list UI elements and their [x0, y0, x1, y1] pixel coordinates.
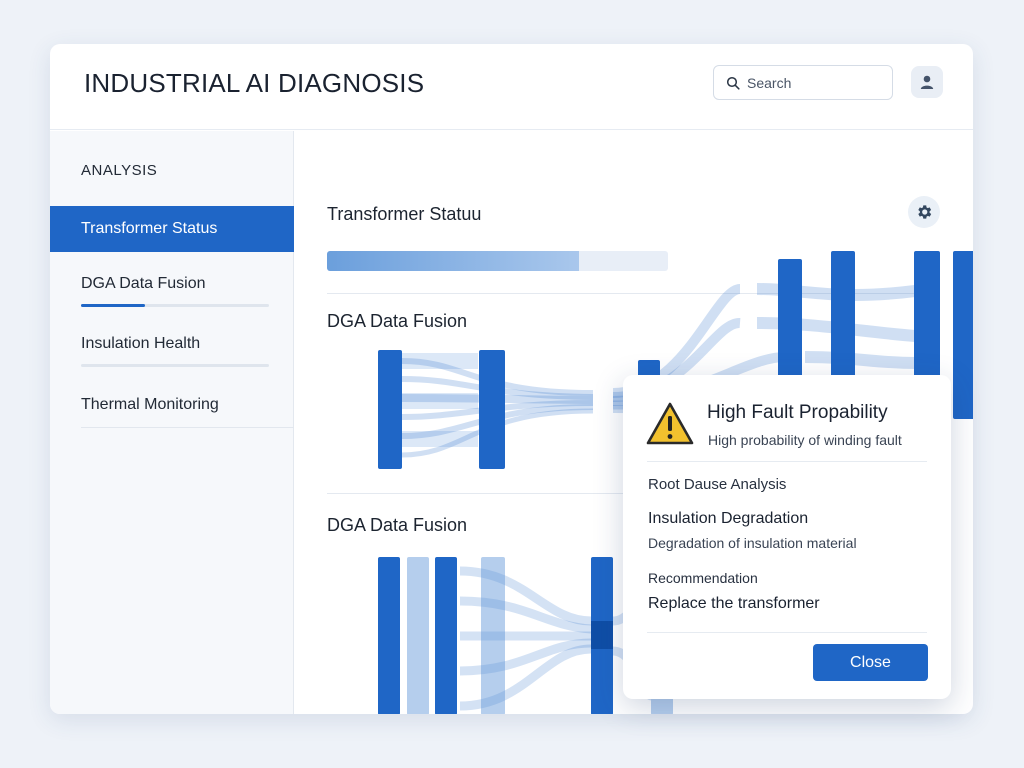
sidebar-divider	[81, 364, 269, 367]
sidebar: ANALYSIS Transformer Status DGA Data Fus…	[50, 131, 294, 714]
sidebar-item-label: Transformer Status	[81, 220, 218, 237]
root-cause-description: Degradation of insulation material	[648, 535, 857, 551]
sidebar-progress-fill	[81, 304, 145, 307]
app-title: INDUSTRIAL AI DIAGNOSIS	[84, 68, 425, 98]
sidebar-item-transformer-status[interactable]: Transformer Status	[50, 206, 294, 252]
alert-title: High Fault Propability	[707, 402, 888, 423]
sidebar-item-insulation-health[interactable]: Insulation Health	[50, 321, 294, 367]
recommendation-text: Replace the transformer	[648, 595, 820, 612]
sidebar-heading: ANALYSIS	[81, 162, 158, 179]
alert-divider	[647, 461, 927, 462]
fault-alert-dialog: High Fault Propability High probability …	[623, 375, 951, 699]
sidebar-item-dga-data-fusion[interactable]: DGA Data Fusion	[50, 261, 294, 307]
search-box[interactable]	[713, 65, 893, 100]
root-cause-label: Root Dause Analysis	[648, 476, 787, 493]
sidebar-progress-track	[81, 304, 269, 307]
user-avatar[interactable]	[911, 66, 943, 98]
sidebar-item-label: Insulation Health	[81, 335, 201, 352]
search-input[interactable]	[747, 74, 887, 91]
sidebar-item-label: DGA Data Fusion	[81, 275, 206, 292]
sidebar-divider	[81, 427, 294, 428]
alert-subtitle: High probability of winding fault	[708, 432, 902, 448]
user-icon	[920, 75, 934, 89]
warning-icon	[646, 402, 694, 445]
recommendation-label: Recommendation	[648, 570, 758, 586]
alert-divider	[647, 632, 927, 633]
sidebar-item-thermal-monitoring[interactable]: Thermal Monitoring	[50, 382, 294, 428]
root-cause-title: Insulation Degradation	[648, 510, 809, 527]
close-button[interactable]: Close	[813, 644, 928, 681]
app-header: INDUSTRIAL AI DIAGNOSIS	[50, 44, 973, 130]
sidebar-item-label: Thermal Monitoring	[81, 396, 219, 413]
search-icon	[726, 76, 740, 90]
